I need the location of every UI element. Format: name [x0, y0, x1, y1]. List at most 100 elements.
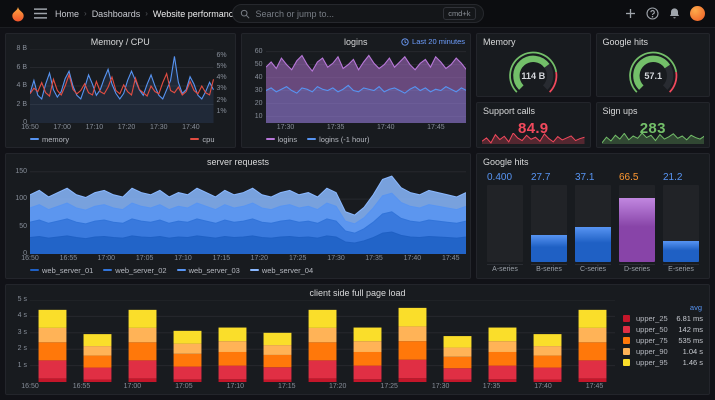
memory-cpu-chart[interactable]: 02 B4 B6 B8 B 1% 2% 3% 4% 5% 6% 16:50 17:00 17:10…	[10, 45, 231, 145]
bar-segment[interactable]	[308, 360, 337, 379]
bar-segment[interactable]	[218, 351, 247, 366]
bar-segment[interactable]	[443, 368, 472, 380]
panel-title-server-requests[interactable]: server requests	[6, 154, 470, 169]
help-icon[interactable]	[646, 7, 659, 20]
bar-segment[interactable]	[578, 327, 607, 343]
bar-segment[interactable]	[488, 327, 517, 342]
bar-segment[interactable]	[263, 332, 292, 346]
breadcrumb-dashboards[interactable]: Dashboards	[92, 9, 141, 19]
bar-segment[interactable]	[398, 341, 427, 360]
panel-title-support-calls[interactable]: Support calls	[477, 103, 590, 118]
bar-segment[interactable]	[38, 360, 67, 379]
bar-segment[interactable]	[578, 309, 607, 328]
bar-segment[interactable]	[488, 351, 517, 366]
bar-segment[interactable]	[398, 307, 427, 327]
sign-ups-stat[interactable]: 283	[601, 118, 706, 145]
panel-title-sign-ups[interactable]: Sign ups	[597, 103, 710, 118]
bar-segment[interactable]	[218, 365, 247, 380]
notifications-bell-icon[interactable]	[668, 7, 681, 20]
bar-segment[interactable]	[353, 365, 382, 380]
bar-segment[interactable]	[443, 336, 472, 348]
legend-item[interactable]: logins	[265, 135, 297, 144]
bar-segment[interactable]	[173, 366, 202, 380]
bar-gauge-column[interactable]: 27.7 B-series	[531, 172, 567, 275]
bar-gauge-column[interactable]: 0.400 A-series	[487, 172, 523, 275]
bar-segment[interactable]	[353, 327, 382, 342]
legend-item[interactable]: logins (-1 hour)	[307, 135, 370, 144]
legend-item[interactable]: web_server_02	[103, 266, 167, 275]
panel-time-override[interactable]: Last 20 minutes	[401, 37, 465, 46]
bar-segment[interactable]	[443, 356, 472, 369]
bar-gauge-column[interactable]: 21.2 E-series	[663, 172, 699, 275]
bar-segment[interactable]	[173, 353, 202, 367]
bar-segment[interactable]	[263, 345, 292, 355]
page-load-chart[interactable]: 1 s 2 s 3 s 4 s 5 s 16:50 16:55 17:00 17:05 17:10…	[10, 296, 705, 392]
bar-segment[interactable]	[83, 334, 112, 347]
panel-title-google-hits[interactable]: Google hits	[597, 34, 710, 49]
memory-gauge[interactable]: 114 B	[481, 49, 586, 94]
bar-segment[interactable]	[488, 341, 517, 352]
bar-segment[interactable]	[578, 342, 607, 361]
plot-area[interactable]	[265, 49, 466, 123]
bar-segment[interactable]	[38, 342, 67, 361]
panel-title-memory-cpu[interactable]: Memory / CPU	[6, 34, 235, 49]
bar-segment[interactable]	[263, 354, 292, 368]
bar-segment[interactable]	[443, 347, 472, 357]
bar-segment[interactable]	[38, 309, 67, 328]
bar-segment[interactable]	[173, 330, 202, 344]
bar-segment[interactable]	[353, 351, 382, 366]
bar-segment[interactable]	[263, 367, 292, 380]
panel-title-memory[interactable]: Memory	[477, 34, 590, 49]
bar-segment[interactable]	[308, 309, 337, 328]
legend-item[interactable]: upper_95 1.46 s	[623, 358, 703, 367]
bar-segment[interactable]	[128, 327, 157, 343]
menu-icon[interactable]	[34, 8, 47, 19]
legend-item[interactable]: cpu	[190, 135, 215, 144]
bar-segment[interactable]	[353, 341, 382, 352]
bar-segment[interactable]	[533, 334, 562, 347]
add-icon[interactable]	[624, 7, 637, 20]
search-input[interactable]: Search or jump to... cmd+k	[231, 4, 484, 23]
user-avatar[interactable]	[690, 6, 705, 21]
bar-segment[interactable]	[488, 365, 517, 380]
bar-segment[interactable]	[128, 360, 157, 379]
legend-item[interactable]: upper_50 142 ms	[623, 325, 703, 334]
bar-segment[interactable]	[308, 342, 337, 361]
bar-segment[interactable]	[128, 309, 157, 328]
bar-segment[interactable]	[128, 342, 157, 361]
panel-title-logins[interactable]: logins Last 20 minutes	[242, 34, 471, 49]
grafana-logo-icon[interactable]	[10, 6, 26, 22]
bar-segment[interactable]	[533, 367, 562, 380]
google-hits-bar-gauge[interactable]: 0.400 A-series 27.7 B-series 37.1 C-series 66.…	[481, 169, 705, 276]
legend-item[interactable]: memory	[30, 135, 69, 144]
bar-gauge-column[interactable]: 37.1 C-series	[575, 172, 611, 275]
bar-segment[interactable]	[218, 341, 247, 352]
panel-title-page-load[interactable]: client side full page load	[6, 285, 709, 300]
breadcrumb-home[interactable]: Home	[55, 9, 79, 19]
google-hits-gauge[interactable]: 57.1	[601, 49, 706, 94]
logins-chart[interactable]: 10 20 30 40 50 60 17:30 17:35 17:40 17:45 logins lo…	[246, 48, 466, 145]
bar-segment[interactable]	[398, 326, 427, 342]
bar-segment[interactable]	[173, 343, 202, 354]
legend-item[interactable]: web_server_04	[249, 266, 313, 275]
legend-item[interactable]: upper_75 535 ms	[623, 336, 703, 345]
plot-area[interactable]	[30, 49, 214, 123]
bar-segment[interactable]	[83, 355, 112, 368]
bar-segment[interactable]	[308, 327, 337, 343]
bar-segment[interactable]	[38, 327, 67, 343]
bar-segment[interactable]	[533, 346, 562, 356]
bar-gauge-column[interactable]: 66.5 D-series	[619, 172, 655, 275]
plot-area[interactable]	[30, 300, 615, 382]
legend-item[interactable]: upper_25 6.81 ms	[623, 314, 703, 323]
bar-segment[interactable]	[218, 327, 247, 342]
bar-segment[interactable]	[398, 359, 427, 379]
legend-item[interactable]: web_server_01	[30, 266, 93, 275]
panel-title-google-hits-bars[interactable]: Google hits	[477, 154, 709, 169]
legend-item[interactable]: upper_90 1.04 s	[623, 347, 703, 356]
server-requests-chart[interactable]: 0 50 100 150 16:50 16:55 17:00 17:05 17:10 17:15 1…	[10, 168, 466, 276]
bar-segment[interactable]	[83, 346, 112, 356]
bar-segment[interactable]	[83, 367, 112, 380]
bar-segment[interactable]	[533, 355, 562, 368]
bar-segment[interactable]	[578, 360, 607, 379]
legend-item[interactable]: web_server_03	[176, 266, 240, 275]
